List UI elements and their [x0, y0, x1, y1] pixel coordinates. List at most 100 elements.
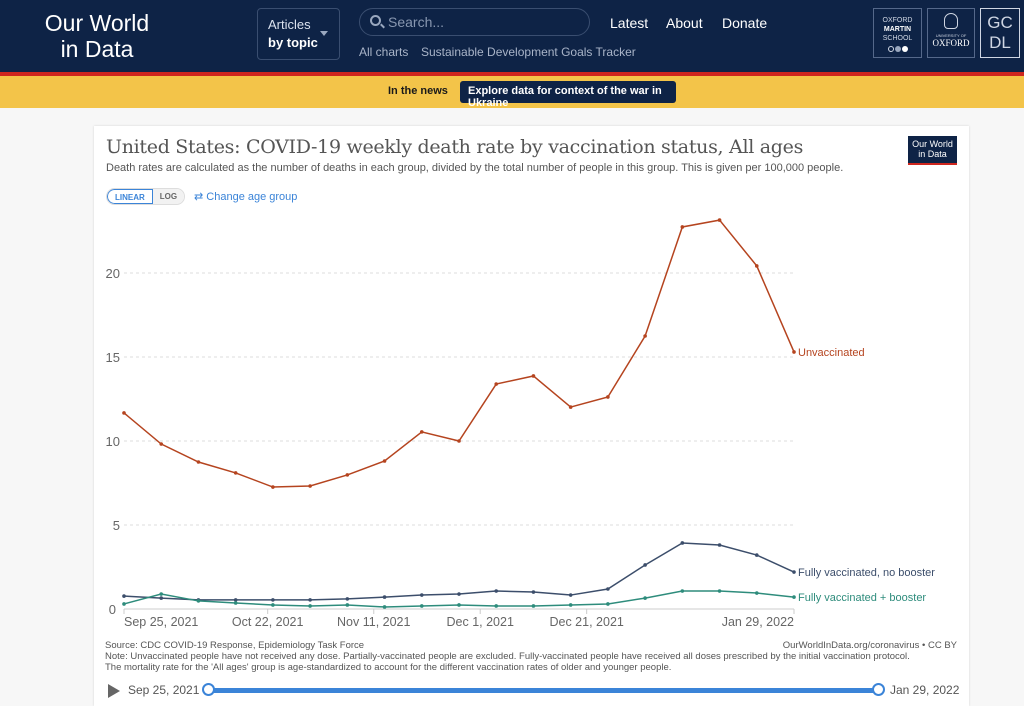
- articles-label: Articles: [268, 17, 311, 32]
- oms-line-3: SCHOOL: [882, 35, 913, 42]
- data-point: [606, 587, 610, 591]
- nav-sdg-tracker[interactable]: Sustainable Development Goals Tracker: [421, 45, 636, 59]
- series-unvaccinated: Unvaccinated: [122, 218, 865, 489]
- owid-logo[interactable]: Our World in Data: [40, 10, 154, 62]
- y-tick-label: 0: [109, 602, 116, 617]
- data-point: [680, 541, 685, 545]
- chart-credit[interactable]: OurWorldInData.org/coronavirus • CC BY: [783, 640, 957, 651]
- data-point: [457, 439, 461, 443]
- articles-by-topic-button[interactable]: Articles by topic: [257, 8, 340, 60]
- data-point: [717, 589, 722, 593]
- timeline-end-handle[interactable]: [872, 683, 885, 696]
- y-tick-label: 20: [106, 266, 120, 281]
- gcdl-line-1: GC: [987, 13, 1013, 32]
- data-point: [345, 603, 350, 607]
- in-the-news-label: In the news: [388, 85, 448, 97]
- nav-latest[interactable]: Latest: [610, 15, 648, 31]
- data-point: [754, 264, 759, 268]
- data-point: [717, 543, 722, 547]
- data-point: [122, 602, 126, 606]
- oms-dots-icon: [887, 46, 908, 52]
- by-topic-label: by topic: [268, 35, 318, 50]
- search-placeholder: Search...: [388, 14, 445, 30]
- oms-line-1: OXFORD: [882, 17, 913, 24]
- timeline-track[interactable]: [208, 688, 878, 693]
- data-point: [568, 603, 573, 607]
- data-point: [643, 563, 647, 567]
- timeline-start-handle[interactable]: [202, 683, 215, 696]
- data-point: [643, 334, 647, 338]
- data-point: [122, 594, 126, 598]
- data-point: [754, 553, 759, 557]
- data-point: [606, 395, 610, 399]
- logo-line-2: in Data: [60, 36, 134, 62]
- series-label: Fully vaccinated + booster: [798, 592, 926, 604]
- gcdl-logo[interactable]: GC DL: [980, 8, 1020, 58]
- search-input[interactable]: Search...: [359, 8, 590, 36]
- oxford-text: OXFORD: [932, 38, 970, 48]
- data-point: [308, 484, 312, 488]
- data-point: [494, 589, 499, 593]
- search-icon: [370, 15, 381, 26]
- x-tick-label: Dec 21, 2021: [549, 615, 623, 629]
- data-point: [531, 590, 536, 594]
- data-point: [159, 592, 164, 596]
- caret-down-icon: [320, 31, 328, 36]
- data-point: [717, 218, 722, 222]
- data-point: [382, 605, 387, 609]
- oxford-martin-school-logo[interactable]: OXFORD MARTIN SCHOOL: [873, 8, 922, 58]
- data-point: [196, 460, 201, 464]
- series-label: Fully vaccinated, no booster: [798, 567, 935, 579]
- data-point: [494, 604, 499, 608]
- gcdl-line-2: DL: [989, 33, 1011, 52]
- ukraine-data-button[interactable]: Explore data for context of the war in U…: [460, 81, 676, 109]
- data-point: [419, 604, 424, 608]
- y-tick-label: 5: [113, 518, 120, 533]
- data-point: [271, 598, 275, 602]
- data-point: [308, 598, 312, 602]
- data-point: [233, 601, 238, 605]
- data-point: [457, 603, 461, 607]
- data-point: [345, 597, 350, 601]
- data-point: [308, 604, 312, 608]
- data-point: [271, 603, 275, 607]
- data-point: [792, 570, 796, 574]
- data-point: [643, 596, 647, 600]
- data-point: [792, 350, 796, 354]
- note-text: Note: Unvaccinated people have not recei…: [105, 651, 910, 673]
- news-banner: In the news Explore data for context of …: [0, 76, 1024, 109]
- data-point: [419, 430, 424, 434]
- data-point: [122, 411, 126, 415]
- data-point: [531, 374, 536, 378]
- data-point: [680, 225, 685, 229]
- oms-line-2: MARTIN: [883, 26, 912, 33]
- data-point: [568, 593, 573, 597]
- timeline-end-label: Jan 29, 2022: [890, 683, 960, 697]
- data-point: [196, 599, 201, 603]
- play-icon[interactable]: [108, 684, 120, 698]
- data-point: [271, 485, 275, 489]
- data-point: [792, 595, 796, 599]
- data-point: [159, 442, 164, 446]
- x-tick-label: Nov 11, 2021: [337, 615, 410, 629]
- data-point: [457, 592, 461, 596]
- logo-line-1: Our World: [44, 10, 150, 36]
- line-chart: 0 5 10 15 20 Sep 25, 2021 Oct 22, 2021 Nov 11,…: [106, 218, 935, 629]
- nav-about[interactable]: About: [666, 15, 703, 31]
- data-point: [233, 471, 238, 475]
- oxford-crest-icon: [944, 13, 958, 29]
- university-of-oxford-logo[interactable]: UNIVERSITY OF OXFORD: [927, 8, 975, 58]
- data-point: [531, 604, 536, 608]
- x-tick-label: Dec 1, 2021: [447, 615, 514, 629]
- data-point: [382, 459, 387, 463]
- x-tick-label: Jan 29, 2022: [722, 615, 794, 629]
- nav-all-charts[interactable]: All charts: [359, 45, 408, 59]
- data-point: [419, 593, 424, 597]
- series-line: [123, 219, 795, 488]
- nav-donate[interactable]: Donate: [722, 15, 767, 31]
- site-header: Our World in Data Articles by topic Sear…: [0, 0, 1024, 72]
- data-point: [568, 405, 573, 409]
- chart-card: United States: COVID-19 weekly death rat…: [94, 126, 969, 706]
- y-tick-label: 10: [106, 434, 120, 449]
- timeline-slider[interactable]: Sep 25, 2021 Jan 29, 2022: [106, 682, 966, 702]
